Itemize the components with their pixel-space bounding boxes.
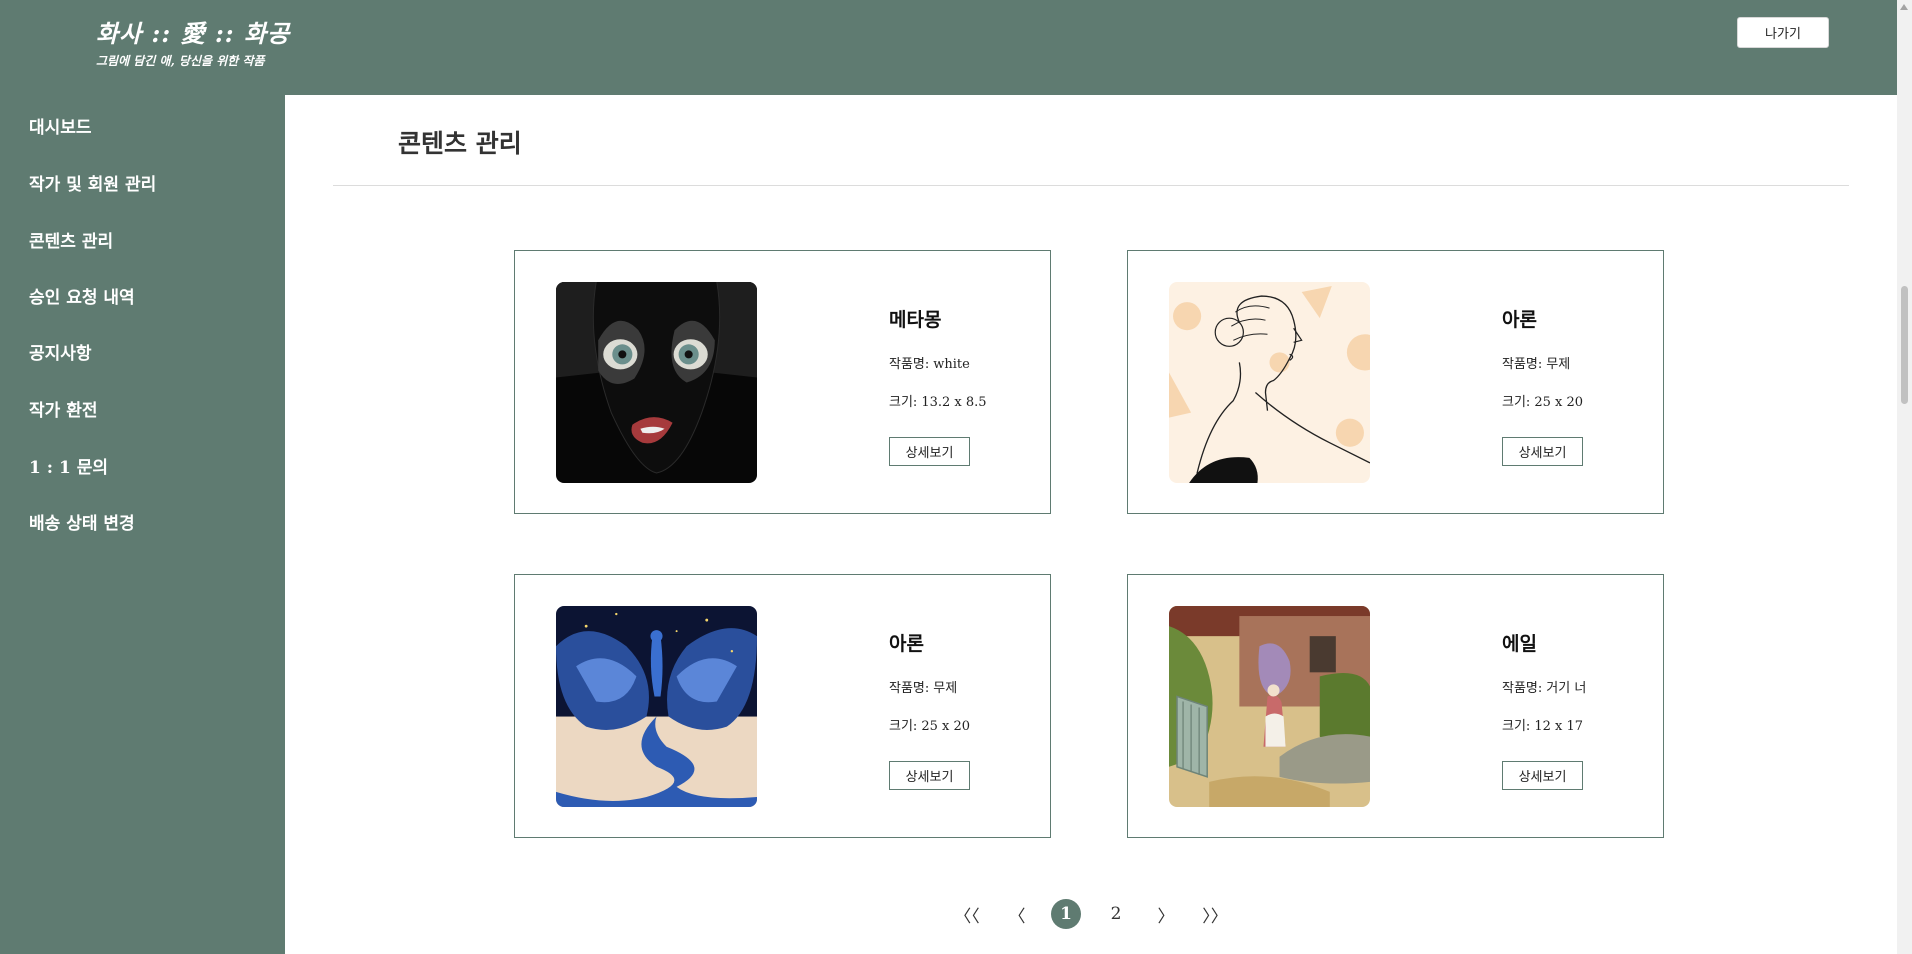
work-title: 작품명: 무제 bbox=[889, 681, 958, 696]
logo-title: 화사 :: 愛 :: 화공 bbox=[96, 19, 291, 48]
work-size: 크기: 12 x 17 bbox=[1502, 719, 1583, 734]
site-logo[interactable]: 화사 :: 愛 :: 화공 그림에 담긴 애, 당신을 위한 작품 bbox=[96, 14, 290, 69]
artwork-image[interactable] bbox=[1169, 282, 1370, 483]
woman-line-art-icon bbox=[1169, 282, 1370, 483]
artwork-image[interactable] bbox=[556, 282, 757, 483]
page-1-button[interactable]: 1 bbox=[1051, 899, 1081, 929]
work-size: 크기: 25 x 20 bbox=[889, 719, 970, 734]
artwork-card: 아론 작품명: 무제 크기: 25 x 20 상세보기 bbox=[1127, 250, 1664, 514]
sidebar-item-artist-member-management[interactable]: 작가 및 회원 관리 bbox=[29, 170, 156, 195]
cottage-garden-painting-icon bbox=[1169, 606, 1370, 807]
sidebar-item-artist-exchange[interactable]: 작가 환전 bbox=[29, 396, 97, 421]
artist-name: 아론 bbox=[889, 633, 924, 655]
title-divider bbox=[333, 185, 1849, 186]
artwork-image[interactable] bbox=[1169, 606, 1370, 807]
artwork-card: 아론 작품명: 무제 크기: 25 x 20 상세보기 bbox=[514, 574, 1051, 838]
work-title: 작품명: white bbox=[889, 357, 970, 372]
detail-button[interactable]: 상세보기 bbox=[1502, 437, 1583, 466]
page-2-button[interactable]: 2 bbox=[1101, 899, 1131, 929]
detail-button[interactable]: 상세보기 bbox=[889, 761, 970, 790]
next-page-button[interactable]: 〉 bbox=[1151, 899, 1181, 929]
scroll-up-icon[interactable] bbox=[1900, 4, 1908, 10]
artist-name: 에일 bbox=[1502, 633, 1537, 655]
work-title: 작품명: 무제 bbox=[1502, 357, 1571, 372]
artwork-card: 메타몽 작품명: white 크기: 13.2 x 8.5 상세보기 bbox=[514, 250, 1051, 514]
sidebar-item-notices[interactable]: 공지사항 bbox=[29, 339, 92, 364]
work-size: 크기: 13.2 x 8.5 bbox=[889, 395, 987, 410]
detail-button[interactable]: 상세보기 bbox=[1502, 761, 1583, 790]
dark-face-artwork-icon bbox=[556, 282, 757, 483]
top-header: 화사 :: 愛 :: 화공 그림에 담긴 애, 당신을 위한 작품 나가기 bbox=[0, 0, 1897, 95]
artwork-card: 에일 작품명: 거기 너 크기: 12 x 17 상세보기 bbox=[1127, 574, 1664, 838]
sidebar: 대시보드 작가 및 회원 관리 콘텐츠 관리 승인 요청 내역 공지사항 작가 … bbox=[0, 95, 285, 954]
work-title: 작품명: 거기 너 bbox=[1502, 681, 1587, 696]
artist-name: 아론 bbox=[1502, 309, 1537, 331]
work-size: 크기: 25 x 20 bbox=[1502, 395, 1583, 410]
sidebar-item-delivery-status[interactable]: 배송 상태 변경 bbox=[29, 509, 135, 534]
artwork-image[interactable] bbox=[556, 606, 757, 807]
sidebar-item-one-on-one-inquiry[interactable]: 1 : 1 문의 bbox=[29, 453, 108, 478]
vertical-scrollbar[interactable] bbox=[1897, 0, 1912, 954]
last-page-button[interactable]: 〉〉 bbox=[1200, 899, 1230, 929]
first-page-button[interactable]: 〈〈 bbox=[952, 899, 982, 929]
scrollbar-thumb[interactable] bbox=[1901, 286, 1908, 404]
prev-page-button[interactable]: 〈 bbox=[1002, 899, 1032, 929]
page-title: 콘텐츠 관리 bbox=[398, 129, 522, 158]
sidebar-item-content-management[interactable]: 콘텐츠 관리 bbox=[29, 227, 113, 252]
logo-subtitle: 그림에 담긴 애, 당신을 위한 작품 bbox=[96, 54, 265, 68]
detail-button[interactable]: 상세보기 bbox=[889, 437, 970, 466]
artist-name: 메타몽 bbox=[889, 309, 942, 331]
exit-button[interactable]: 나가기 bbox=[1737, 17, 1829, 48]
night-sky-girl-artwork-icon bbox=[556, 606, 757, 807]
sidebar-item-dashboard[interactable]: 대시보드 bbox=[29, 113, 92, 138]
sidebar-item-approval-requests[interactable]: 승인 요청 내역 bbox=[29, 283, 135, 308]
